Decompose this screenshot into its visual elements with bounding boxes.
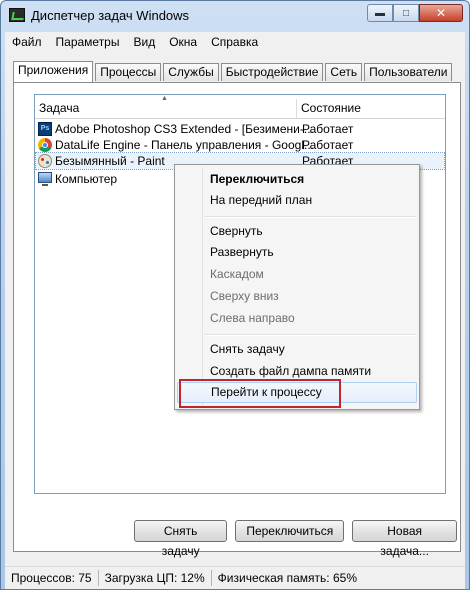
tab-applications[interactable]: Приложения (13, 61, 94, 82)
action-buttons: Снять задачу Переключиться Новая задача.… (134, 520, 465, 558)
task-manager-icon (9, 8, 25, 22)
paint-icon (38, 154, 52, 168)
column-task[interactable]: Задача (35, 99, 297, 118)
close-button[interactable]: ✕ (419, 4, 463, 22)
photoshop-icon: Ps (38, 122, 52, 136)
new-task-button[interactable]: Новая задача... (352, 520, 457, 558)
highlight-annotation (179, 379, 341, 408)
maximize-icon: □ (402, 7, 410, 19)
ctx-minimize[interactable]: Свернуть (177, 221, 417, 242)
tab-users[interactable]: Пользователи (364, 63, 453, 81)
title-bar[interactable]: Диспетчер задач Windows ▬ □ ✕ (1, 1, 469, 31)
context-menu: Переключиться На передний план Свернуть … (174, 164, 420, 410)
ctx-bring-to-front[interactable]: На передний план (177, 190, 417, 211)
ctx-tile-horizontally: Слева направо (210, 311, 295, 325)
menu-file[interactable]: Файл (5, 35, 49, 49)
caption-buttons: ▬ □ ✕ (367, 4, 463, 22)
column-state[interactable]: Состояние (297, 99, 445, 118)
chrome-icon (38, 138, 52, 152)
ctx-switch-to[interactable]: Переключиться (177, 169, 417, 190)
minimize-icon: ▬ (375, 7, 385, 19)
ctx-end-task[interactable]: Снять задачу (177, 339, 417, 360)
task-status: Работает (302, 138, 354, 152)
computer-icon (38, 172, 52, 186)
status-processes: Процессов: 75 (5, 570, 99, 586)
list-header: ▲ Задача Состояние (35, 95, 445, 119)
task-name: Adobe Photoshop CS3 Extended - [Безимени… (55, 122, 314, 136)
minimize-button[interactable]: ▬ (367, 4, 393, 22)
status-bar: Процессов: 75 Загрузка ЦП: 12% Физическа… (5, 566, 465, 589)
list-item[interactable]: DataLife Engine - Панель управления - Go… (36, 137, 444, 153)
maximize-button[interactable]: □ (393, 4, 419, 22)
ctx-maximize[interactable]: Развернуть (177, 242, 417, 263)
tab-performance[interactable]: Быстродействие (220, 63, 324, 81)
task-name: Компьютер (55, 172, 118, 186)
ctx-separator (205, 334, 417, 336)
ctx-tile-vertically: Сверху вниз (210, 289, 279, 303)
status-memory: Физическая память: 65% (217, 571, 357, 585)
task-name: DataLife Engine - Панель управления - Go… (55, 138, 314, 152)
close-icon: ✕ (435, 6, 447, 20)
menu-windows[interactable]: Окна (162, 35, 204, 49)
tab-network[interactable]: Сеть (325, 63, 363, 81)
status-cpu: Загрузка ЦП: 12% (99, 570, 212, 586)
tab-services[interactable]: Службы (163, 63, 219, 81)
ctx-cascade: Каскадом (210, 267, 264, 281)
task-name: Безымянный - Paint (55, 154, 165, 168)
end-task-button[interactable]: Снять задачу (134, 520, 228, 558)
tab-strip: Приложения Процессы Службы Быстродействи… (13, 60, 454, 82)
menu-bar: Файл Параметры Вид Окна Справка (5, 32, 465, 52)
menu-help[interactable]: Справка (204, 35, 265, 49)
switch-to-button[interactable]: Переключиться (235, 520, 345, 542)
tab-processes[interactable]: Процессы (95, 63, 162, 81)
list-item[interactable]: Ps Adobe Photoshop CS3 Extended - [Безим… (36, 121, 444, 137)
menu-view[interactable]: Вид (126, 35, 162, 49)
task-status: Работает (302, 122, 354, 136)
window-title: Диспетчер задач Windows (31, 8, 190, 23)
menu-options[interactable]: Параметры (49, 35, 127, 49)
ctx-separator (205, 216, 417, 218)
